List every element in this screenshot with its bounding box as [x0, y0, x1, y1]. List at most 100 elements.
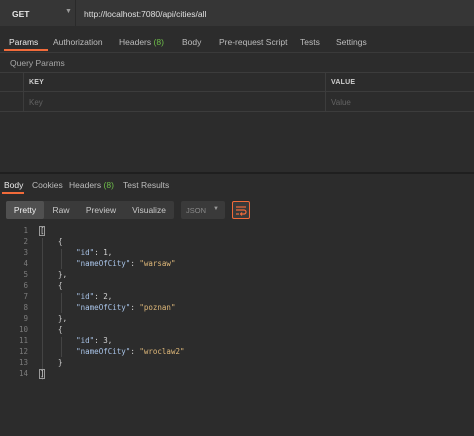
active-tab-indicator	[2, 192, 24, 194]
code-text: "nameOfCity": "warsaw"	[76, 259, 176, 268]
code-line: 14]	[0, 369, 474, 380]
code-text: [	[40, 226, 45, 235]
wrap-lines-button[interactable]	[232, 201, 250, 219]
json-key: "nameOfCity"	[76, 303, 131, 312]
code-text: "id": 1,	[76, 248, 113, 257]
raw-button[interactable]: Raw	[44, 201, 78, 219]
value-input[interactable]: Value	[326, 92, 474, 111]
code-text: ]	[40, 369, 45, 378]
code-line: 10 {	[0, 325, 474, 336]
line-number: 8	[23, 303, 28, 312]
key-header: KEY	[29, 79, 44, 86]
chevron-down-icon: ▼	[65, 8, 72, 15]
line-number: 14	[18, 369, 28, 378]
json-value: "poznan"	[139, 303, 176, 312]
json-key: "id"	[76, 292, 95, 301]
key-header-cell: KEY	[24, 73, 326, 92]
code-text: "nameOfCity": "wroclaw2"	[76, 347, 185, 356]
line-number: 12	[18, 347, 28, 356]
headers-count: (8)	[103, 180, 114, 190]
line-number: 2	[23, 237, 28, 246]
code-line: 12 "nameOfCity": "wroclaw2"	[0, 347, 474, 358]
code-line: 6 {	[0, 281, 474, 292]
headers-count: (8)	[153, 37, 164, 47]
line-number: 4	[23, 259, 28, 268]
method-label: GET	[12, 9, 30, 19]
tab-params[interactable]: Params	[9, 37, 38, 47]
value-header-cell: VALUE	[326, 73, 474, 92]
code-line: 13 }	[0, 358, 474, 369]
request-tabs: Params Authorization Headers (8) Body Pr…	[0, 31, 474, 53]
line-number: 6	[23, 281, 28, 290]
row-checkbox-cell	[0, 73, 24, 92]
format-select[interactable]: JSON ▼	[181, 201, 225, 219]
line-number: 7	[23, 292, 28, 301]
query-params-title: Query Params	[10, 58, 65, 68]
json-value: 1	[103, 248, 108, 257]
json-key: "nameOfCity"	[76, 259, 131, 268]
tab-pre-request-script[interactable]: Pre-request Script	[219, 37, 288, 47]
code-text: {	[40, 281, 63, 290]
line-number: 13	[18, 358, 28, 367]
active-tab-indicator	[4, 49, 48, 51]
json-key: "id"	[76, 336, 95, 345]
code-line: 9 },	[0, 314, 474, 325]
chevron-down-icon: ▼	[213, 206, 219, 212]
visualize-button[interactable]: Visualize	[124, 201, 174, 219]
format-label: JSON	[186, 206, 207, 215]
request-bar: GET ▼ http://localhost:7080/api/cities/a…	[0, 0, 474, 28]
value-placeholder: Value	[331, 98, 351, 107]
code-line: 8 "nameOfCity": "poznan"	[0, 303, 474, 314]
json-value: 2	[103, 292, 108, 301]
tab-test-results[interactable]: Test Results	[123, 180, 169, 190]
code-text: },	[40, 314, 68, 323]
value-header: VALUE	[331, 79, 356, 86]
tab-headers[interactable]: Headers (8)	[119, 37, 164, 47]
code-line: 2 {	[0, 237, 474, 248]
code-line: 7 "id": 2,	[0, 292, 474, 303]
response-tabs: Body Cookies Headers (8) Test Results	[0, 174, 474, 194]
method-select[interactable]: GET ▼	[0, 0, 76, 26]
params-table: KEY VALUE Key Value	[0, 72, 474, 112]
tab-body[interactable]: Body	[182, 37, 201, 47]
line-number: 9	[23, 314, 28, 323]
json-value: 3	[103, 336, 108, 345]
json-value: "wroclaw2"	[139, 347, 185, 356]
json-key: "nameOfCity"	[76, 347, 131, 356]
tab-authorization[interactable]: Authorization	[53, 37, 103, 47]
key-placeholder: Key	[29, 98, 43, 107]
table-row: Key Value	[0, 92, 474, 112]
line-number: 5	[23, 270, 28, 279]
line-number: 3	[23, 248, 28, 257]
pretty-button[interactable]: Pretty	[6, 201, 44, 219]
code-text: {	[40, 325, 63, 334]
code-text: "id": 3,	[76, 336, 113, 345]
tab-tests[interactable]: Tests	[300, 37, 320, 47]
key-input[interactable]: Key	[24, 92, 326, 111]
tab-response-body[interactable]: Body	[4, 180, 23, 190]
code-text: "id": 2,	[76, 292, 113, 301]
line-number: 10	[18, 325, 28, 334]
code-line: 11 "id": 3,	[0, 336, 474, 347]
code-text: }	[40, 358, 63, 367]
row-checkbox-cell	[0, 92, 24, 111]
code-text: {	[40, 237, 63, 246]
tab-settings[interactable]: Settings	[336, 37, 367, 47]
url-input[interactable]: http://localhost:7080/api/cities/all	[76, 0, 474, 26]
table-header-row: KEY VALUE	[0, 72, 474, 92]
code-line: 4 "nameOfCity": "warsaw"	[0, 259, 474, 270]
code-line: 1[	[0, 226, 474, 237]
tab-cookies[interactable]: Cookies	[32, 180, 63, 190]
preview-button[interactable]: Preview	[78, 201, 124, 219]
url-text: http://localhost:7080/api/cities/all	[84, 9, 207, 19]
line-number: 11	[18, 336, 28, 345]
json-value: "warsaw"	[139, 259, 176, 268]
view-mode-group: Pretty Raw Preview Visualize	[6, 201, 174, 219]
code-line: 3 "id": 1,	[0, 248, 474, 259]
code-text: },	[40, 270, 68, 279]
code-line: 5 },	[0, 270, 474, 281]
code-text: "nameOfCity": "poznan"	[76, 303, 176, 312]
tab-response-headers[interactable]: Headers (8)	[69, 180, 114, 190]
json-key: "id"	[76, 248, 95, 257]
line-number: 1	[23, 226, 28, 235]
